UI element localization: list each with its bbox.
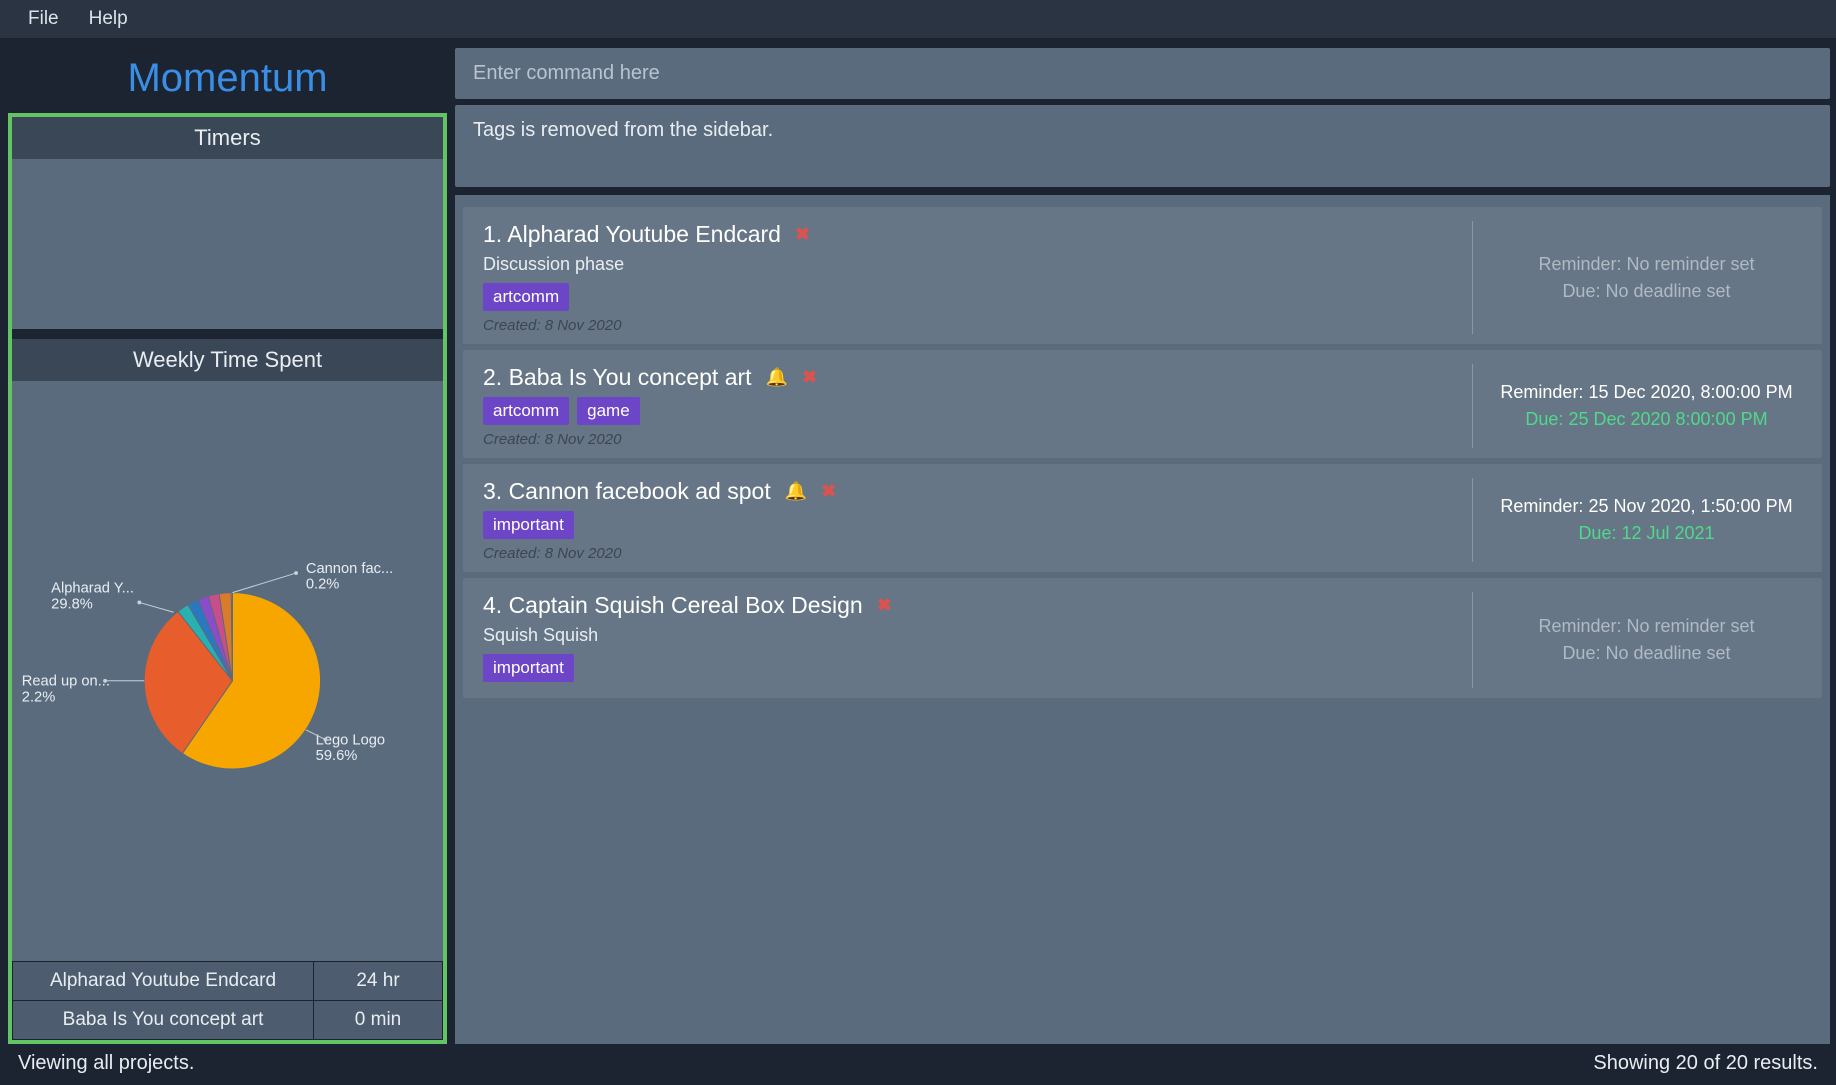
project-tags: artcomm game (483, 397, 1472, 425)
project-title: 1. Alpharad Youtube Endcard✖ (483, 221, 1472, 248)
pie-label: 59.6% (316, 748, 358, 764)
project-due: Due: 25 Dec 2020 8:00:00 PM (1491, 409, 1802, 430)
time-table-name: Baba Is You concept art (13, 1001, 314, 1040)
pie-label: Alpharad Y... (51, 581, 134, 597)
timers-panel: Timers (12, 117, 443, 329)
time-table-name: Alpharad Youtube Endcard (13, 962, 314, 1001)
menu-file[interactable]: File (28, 8, 59, 30)
project-tags: important (483, 511, 1472, 539)
project-meta: Reminder: 15 Dec 2020, 8:00:00 PM Due: 25… (1472, 364, 1802, 448)
project-reminder: Reminder: No reminder set (1491, 254, 1802, 275)
menu-help[interactable]: Help (89, 8, 128, 30)
x-icon: ✖ (877, 595, 892, 616)
command-placeholder: Enter command here (473, 62, 660, 84)
bell-icon: 🔔 (766, 367, 788, 388)
tag[interactable]: game (577, 397, 640, 425)
tag[interactable]: artcomm (483, 397, 569, 425)
time-table-value: 0 min (314, 1001, 443, 1040)
x-icon: ✖ (821, 481, 836, 502)
status-left: Viewing all projects. (18, 1052, 194, 1075)
project-subtitle: Discussion phase (483, 254, 1472, 275)
pie-label: 2.2% (22, 689, 55, 705)
x-icon: ✖ (802, 367, 817, 388)
project-list[interactable]: 1. Alpharad Youtube Endcard✖ Discussion p… (455, 195, 1830, 1044)
tag[interactable]: artcomm (483, 283, 569, 311)
menubar: File Help (0, 0, 1836, 38)
time-table-row: Baba Is You concept art0 min (13, 1001, 443, 1040)
status-bar: Viewing all projects. Showing 20 of 20 r… (0, 1044, 1836, 1085)
x-icon: ✖ (795, 224, 810, 245)
pie-label: Cannon fac... (306, 561, 393, 577)
project-card[interactable]: 1. Alpharad Youtube Endcard✖ Discussion p… (463, 207, 1822, 344)
project-reminder: Reminder: No reminder set (1491, 616, 1802, 637)
pie-leader-line (232, 573, 296, 593)
pie-label: Read up on... (22, 674, 110, 690)
project-card[interactable]: 4. Captain Squish Cereal Box Design✖ Squi… (463, 578, 1822, 698)
sidebar: Momentum Timers Weekly Time Spent Cannon… (0, 38, 455, 1044)
project-meta: Reminder: No reminder set Due: No deadlin… (1472, 592, 1802, 688)
pie-chart: Cannon fac...0.2% Alpharad Y...29.8% Read … (12, 381, 443, 961)
panel-divider (12, 329, 443, 339)
app-title: Momentum (8, 38, 447, 113)
project-created: Created: 8 Nov 2020 (483, 545, 1472, 562)
project-due: Due: 12 Jul 2021 (1491, 523, 1802, 544)
timers-header: Timers (12, 117, 443, 159)
pie-chart-svg: Cannon fac...0.2% Alpharad Y...29.8% Read … (12, 381, 443, 961)
project-due: Due: No deadline set (1491, 281, 1802, 302)
status-right: Showing 20 of 20 results. (1593, 1052, 1818, 1075)
feedback-message: Tags is removed from the sidebar. (455, 105, 1830, 187)
pie-label: 29.8% (51, 596, 93, 612)
project-title: 3. Cannon facebook ad spot🔔✖ (483, 478, 1472, 505)
time-table-row: Alpharad Youtube Endcard24 hr (13, 962, 443, 1001)
pie-label: 0.2% (306, 577, 339, 593)
weekly-time-panel: Weekly Time Spent Cannon fac...0.2% Alpha… (12, 339, 443, 1040)
project-created: Created: 8 Nov 2020 (483, 317, 1472, 334)
pie-leader-line (139, 602, 173, 612)
project-card[interactable]: 2. Baba Is You concept art🔔✖artcommgameC… (463, 350, 1822, 458)
project-card[interactable]: 3. Cannon facebook ad spot🔔✖importantCre… (463, 464, 1822, 572)
project-reminder: Reminder: 15 Dec 2020, 8:00:00 PM (1491, 382, 1802, 403)
project-due: Due: No deadline set (1491, 643, 1802, 664)
project-reminder: Reminder: 25 Nov 2020, 1:50:00 PM (1491, 496, 1802, 517)
project-created: Created: 8 Nov 2020 (483, 431, 1472, 448)
time-table-value: 24 hr (314, 962, 443, 1001)
weekly-time-header: Weekly Time Spent (12, 339, 443, 381)
tag[interactable]: important (483, 511, 574, 539)
project-tags: important (483, 654, 1472, 682)
command-input[interactable]: Enter command here (455, 48, 1830, 99)
project-title: 2. Baba Is You concept art🔔✖ (483, 364, 1472, 391)
bell-icon: 🔔 (785, 481, 807, 502)
project-tags: artcomm (483, 283, 1472, 311)
project-title: 4. Captain Squish Cereal Box Design✖ (483, 592, 1472, 619)
project-subtitle: Squish Squish (483, 625, 1472, 646)
main-area: Enter command here Tags is removed from … (455, 38, 1836, 1044)
project-meta: Reminder: 25 Nov 2020, 1:50:00 PM Due: 12… (1472, 478, 1802, 562)
project-meta: Reminder: No reminder set Due: No deadlin… (1472, 221, 1802, 334)
tag[interactable]: important (483, 654, 574, 682)
time-spent-table: Alpharad Youtube Endcard24 hrBaba Is You… (12, 961, 443, 1040)
sidebar-box: Timers Weekly Time Spent Cannon fac...0.… (8, 113, 447, 1044)
timers-body (12, 159, 443, 329)
